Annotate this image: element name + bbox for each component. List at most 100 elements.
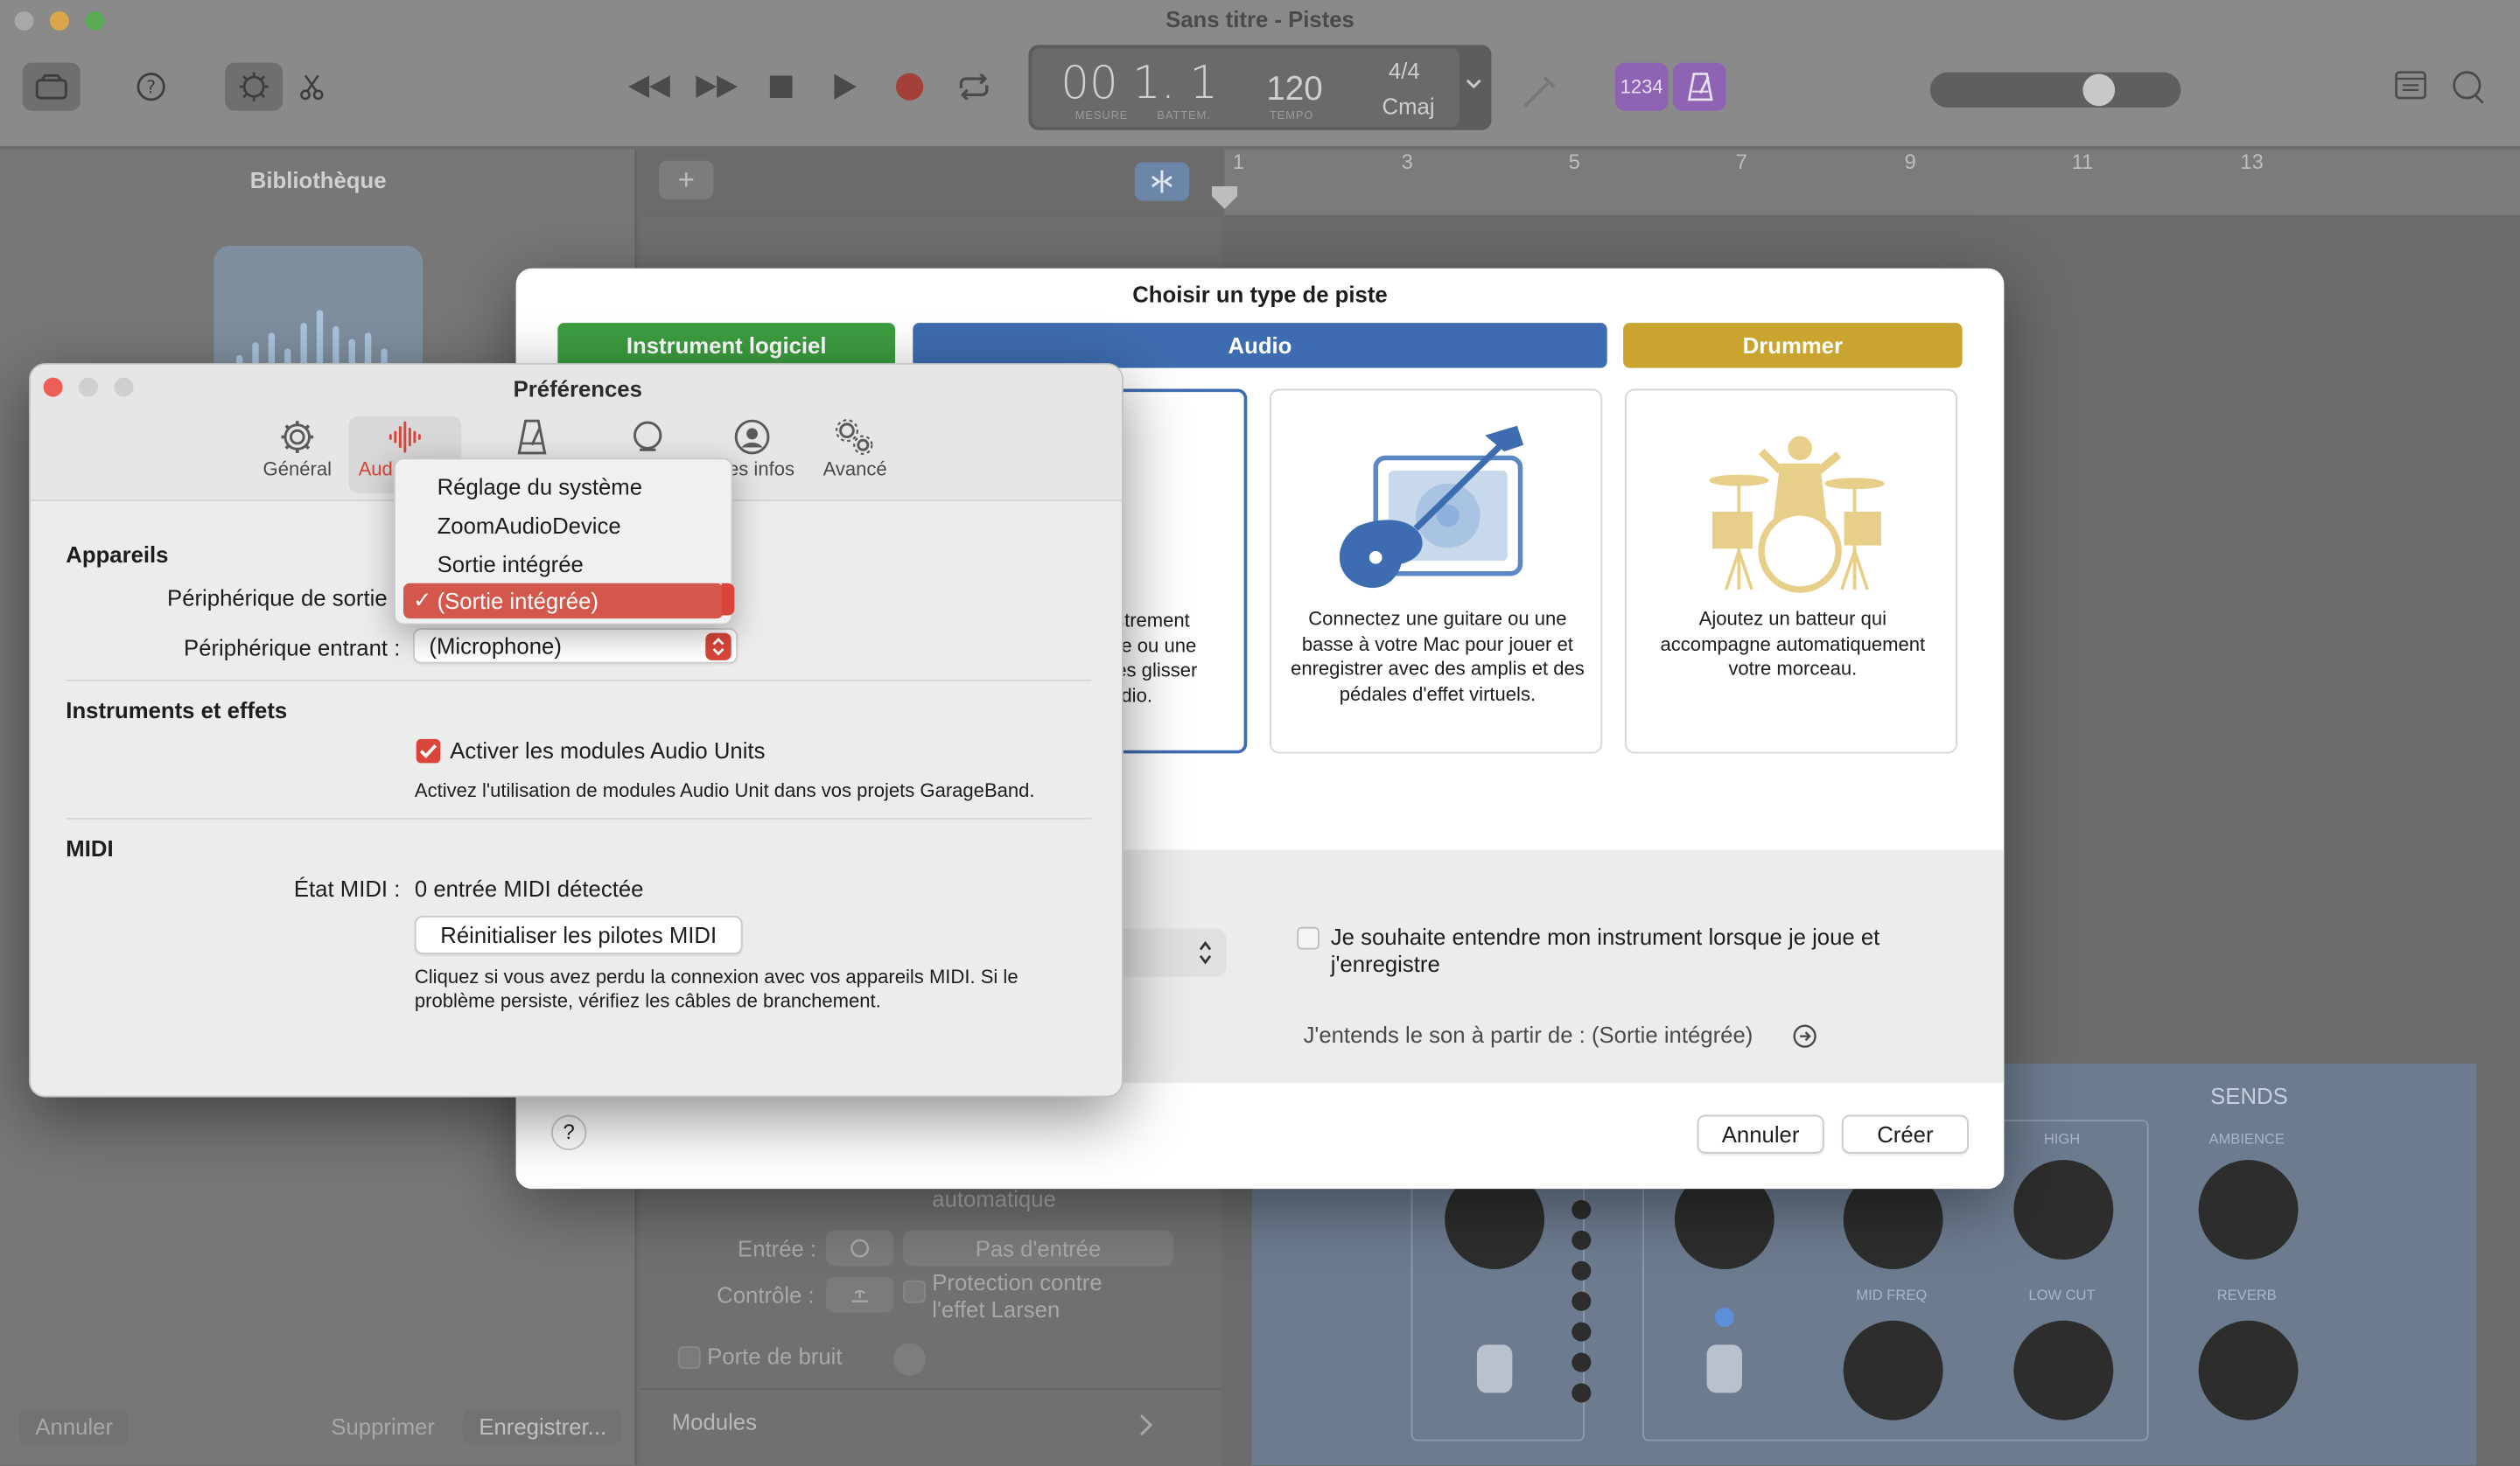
input-device-select[interactable]: (Microphone) (413, 628, 738, 664)
reverb-knob[interactable] (2198, 1320, 2299, 1421)
noise-gate-checkbox[interactable] (678, 1346, 701, 1369)
master-volume-knob[interactable] (2082, 73, 2116, 107)
main-toolbar: Sans titre - Pistes ? 00 1. 1 MESURE BAT… (0, 0, 2520, 148)
feedback-protection-checkbox[interactable] (903, 1280, 926, 1303)
toggle-switch-1[interactable] (1476, 1344, 1513, 1393)
output-info: J'entends le son à partir de : (Sortie i… (1303, 1022, 1754, 1048)
lcd-position: 00 1. 1 (1060, 56, 1219, 109)
count-in-button[interactable]: 1234 (1614, 62, 1669, 111)
chevron-right-icon[interactable] (1138, 1414, 1153, 1436)
menu-item-builtin-output-selected[interactable]: ✓ (Sortie intégrée) (403, 583, 724, 619)
tuner-icon[interactable] (1519, 67, 1564, 121)
hear-instrument-checkbox[interactable] (1297, 926, 1320, 950)
forward-button[interactable] (688, 63, 746, 111)
output-device-select-edge[interactable] (721, 583, 735, 616)
hear-instrument-label: Je souhaite entendre mon instrument lors… (1330, 924, 1880, 977)
dialog-title: Choisir un type de piste (1132, 281, 1388, 307)
tab-software-instrument[interactable]: Instrument logiciel (557, 323, 896, 368)
midi-state-label: État MIDI : (293, 876, 401, 902)
output-device-menu: Réglage du système ZoomAudioDevice Sorti… (393, 457, 733, 625)
dialog-help-button[interactable]: ? (550, 1114, 587, 1151)
menu-item-selected-label: (Sortie intégrée) (437, 588, 598, 614)
master-volume-slider[interactable] (1929, 72, 2181, 108)
tab-advanced[interactable]: Avancé (799, 416, 912, 493)
ruler-bar-5: 5 (1568, 149, 1580, 174)
tab-drummer[interactable]: Drummer (1623, 323, 1963, 368)
svg-text:?: ? (146, 77, 156, 98)
modules-label[interactable]: Modules (672, 1409, 757, 1435)
card-guitar-text: Connectez une guitare ou une basse à vot… (1291, 607, 1585, 705)
instruments-heading: Instruments et effets (66, 697, 288, 723)
menu-item-builtin-output[interactable]: Sortie intégrée (403, 546, 724, 581)
toggle-switch-2[interactable] (1706, 1344, 1742, 1393)
popup-arrows-icon (1199, 940, 1212, 965)
low-cut-knob[interactable] (2013, 1320, 2114, 1421)
midi-heading: MIDI (66, 835, 114, 862)
menu-item-system-setting[interactable]: Réglage du système (403, 469, 724, 504)
lcd-beat-label: BATTEM. (1157, 110, 1211, 122)
arrow-circle-right-icon[interactable] (1792, 1023, 1817, 1049)
high-knob[interactable] (2013, 1160, 2114, 1260)
lcd-mode-chevron-icon[interactable] (1466, 79, 1481, 92)
playhead[interactable] (1211, 186, 1238, 209)
input-label: Entrée : (738, 1235, 817, 1261)
input-device-value: (Microphone) (429, 632, 562, 660)
stop-button[interactable] (752, 63, 810, 111)
card-guitar[interactable]: Connectez une guitare ou une basse à vot… (1269, 388, 1603, 754)
monitor-button[interactable] (826, 1277, 894, 1313)
lcd-key: Cmaj (1382, 93, 1435, 119)
catch-playhead-button[interactable] (1134, 162, 1190, 201)
metronome-icon (1686, 73, 1712, 101)
sends-label: SENDS (2210, 1082, 2288, 1109)
led-indicator (1714, 1308, 1734, 1328)
help-button[interactable]: ? (122, 63, 180, 111)
noise-gate-slider[interactable] (893, 1343, 926, 1376)
feedback-protection-label-1: Protection contre (932, 1268, 1102, 1295)
ambience-knob[interactable] (2198, 1160, 2299, 1260)
library-icon (35, 73, 67, 100)
editors-button[interactable] (283, 63, 340, 111)
tab-audio[interactable]: Audio (913, 323, 1607, 368)
input-mono-button[interactable] (826, 1230, 894, 1267)
notepad-icon[interactable] (2395, 71, 2427, 108)
library-cancel-button[interactable]: Annuler (19, 1408, 130, 1445)
timeline-ruler[interactable]: 1 3 5 7 9 11 13 (1224, 149, 2520, 217)
rewind-button[interactable] (620, 63, 678, 111)
ruler-bar-3: 3 (1401, 149, 1413, 174)
card-microphone-text: istrement ne ou une tes glisser udio. (1110, 609, 1198, 707)
tab-general[interactable]: Général (242, 416, 354, 493)
output-device-label: Périphérique de sortie (167, 584, 388, 611)
input-select[interactable]: Pas d'entrée (903, 1230, 1173, 1267)
reset-midi-button[interactable]: Réinitialiser les pilotes MIDI (414, 915, 743, 954)
smart-controls-button[interactable] (225, 62, 284, 111)
lcd-display[interactable]: 00 1. 1 MESURE BATTEM. 120 TEMPO 4/4 Cma… (1028, 45, 1492, 130)
dialog-cancel-button[interactable]: Annuler (1697, 1114, 1824, 1154)
menu-item-zoom-audio[interactable]: ZoomAudioDevice (403, 507, 724, 542)
metronome-button[interactable] (1673, 62, 1726, 111)
waveform-icon (388, 421, 421, 453)
record-button[interactable] (881, 63, 939, 111)
dialog-create-button[interactable]: Créer (1841, 1114, 1969, 1154)
smart-controls-panel: automatique Entrée : Pas d'entrée Contrô… (640, 1185, 1222, 1466)
library-button[interactable] (22, 62, 80, 111)
cycle-button[interactable] (945, 63, 1003, 111)
high-label: HIGH (2043, 1131, 2081, 1148)
ruler-bar-9: 9 (1904, 149, 1916, 174)
loop-browser-icon[interactable] (2451, 69, 2486, 113)
card-drummer[interactable]: Ajoutez un batteur qui accompagne automa… (1624, 388, 1958, 754)
mid-freq-knob[interactable] (1843, 1320, 1943, 1421)
midi-state-value: 0 entrée MIDI détectée (414, 876, 644, 902)
checkmark-icon (419, 743, 438, 758)
catch-icon (1152, 170, 1172, 193)
audio-units-checkbox[interactable] (416, 738, 441, 764)
tab-advanced-label: Avancé (822, 457, 887, 481)
library-save-button[interactable]: Enregistrer... (462, 1408, 623, 1445)
play-button[interactable] (816, 63, 874, 111)
devices-heading: Appareils (66, 541, 169, 568)
mid-freq-label: MID FREQ (1856, 1287, 1928, 1303)
library-delete-button[interactable]: Supprimer (315, 1409, 451, 1444)
add-track-button[interactable]: + (659, 160, 714, 199)
person-circle-icon (734, 419, 770, 455)
play-icon (834, 73, 857, 100)
ruler-bar-13: 13 (2240, 149, 2264, 174)
